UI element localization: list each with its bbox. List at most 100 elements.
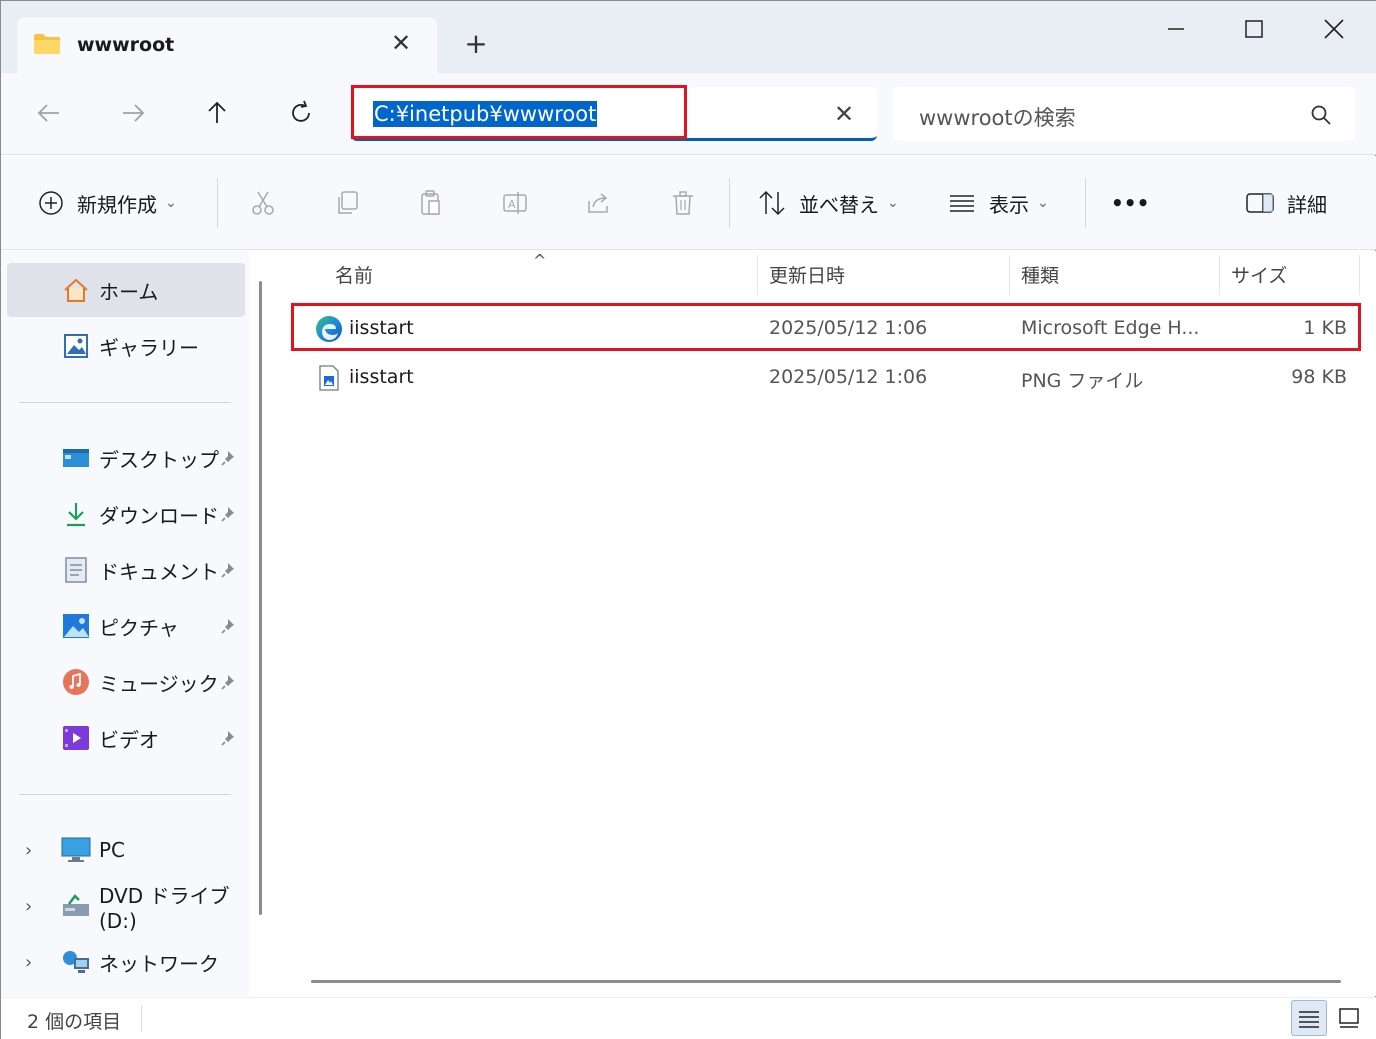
- refresh-icon: [292, 100, 310, 122]
- delete-button[interactable]: [666, 186, 700, 220]
- command-bar: 新規作成 ⌄ A 並べ替え ⌄ 表示 ⌄ ••• 詳細: [1, 156, 1376, 250]
- divider: [217, 178, 218, 228]
- sidebar-item-label: ミュージック: [99, 671, 219, 696]
- new-tab-button[interactable]: +: [459, 29, 493, 63]
- sidebar-item-pictures[interactable]: ピクチャ: [7, 599, 245, 653]
- details-view-icon: [1299, 1011, 1319, 1028]
- sort-icon: [759, 190, 785, 216]
- up-button[interactable]: [197, 93, 237, 133]
- new-button[interactable]: 新規作成 ⌄: [37, 184, 177, 222]
- sidebar-item-documents[interactable]: ドキュメント: [7, 543, 245, 597]
- status-bar: 2 個の項目: [1, 997, 1376, 1039]
- pin-icon[interactable]: [219, 728, 239, 748]
- more-options-button[interactable]: •••: [1111, 184, 1149, 222]
- details-view-button[interactable]: [1291, 1000, 1327, 1036]
- folder-icon: [34, 34, 60, 54]
- forward-button[interactable]: [113, 93, 153, 133]
- dvd-icon: [61, 891, 91, 921]
- column-header-size[interactable]: サイズ: [1231, 251, 1287, 297]
- sidebar-item-music[interactable]: ミュージック: [7, 655, 245, 709]
- sidebar-item-label: PC: [99, 838, 126, 862]
- pin-icon[interactable]: [219, 672, 239, 692]
- file-row-highlight-box: [291, 303, 1361, 351]
- pc-icon: [61, 835, 91, 865]
- view-label: 表示: [989, 192, 1029, 217]
- column-divider[interactable]: [757, 255, 758, 295]
- pin-icon[interactable]: [219, 560, 239, 580]
- desktop-icon: [61, 443, 91, 473]
- search-box[interactable]: wwwrootの検索: [893, 87, 1355, 141]
- chevron-down-icon: ⌄: [165, 195, 177, 211]
- horizontal-scrollbar[interactable]: [311, 980, 1341, 983]
- chevron-right-icon[interactable]: ›: [25, 896, 32, 917]
- sidebar-item-network[interactable]: › ネットワーク: [7, 935, 245, 989]
- column-divider[interactable]: [1359, 255, 1360, 295]
- pin-icon[interactable]: [219, 448, 239, 468]
- sidebar-item-desktop[interactable]: デスクトップ: [7, 431, 245, 485]
- maximize-button[interactable]: [1231, 11, 1277, 47]
- large-icons-view-button[interactable]: [1331, 1000, 1367, 1036]
- pictures-icon: [61, 611, 91, 641]
- share-button[interactable]: [582, 186, 616, 220]
- column-divider[interactable]: [1009, 255, 1010, 295]
- file-name[interactable]: iisstart: [349, 366, 414, 388]
- column-divider[interactable]: [1219, 255, 1220, 295]
- copy-button[interactable]: [330, 186, 364, 220]
- sidebar-scrollbar[interactable]: [259, 281, 262, 915]
- sort-ascending-icon: ^: [533, 251, 547, 270]
- sidebar-item-home[interactable]: ホーム: [7, 263, 245, 317]
- column-header-name[interactable]: 名前: [335, 251, 373, 297]
- sidebar-item-label: DVD ドライブ (D:): [99, 883, 230, 933]
- sidebar-item-pc[interactable]: › PC: [7, 823, 245, 877]
- close-window-button[interactable]: [1311, 11, 1357, 47]
- tab-title: wwwroot: [77, 34, 175, 56]
- sidebar-item-label: ホーム: [99, 279, 159, 304]
- details-label: 詳細: [1287, 192, 1327, 217]
- divider: [1085, 178, 1086, 228]
- search-icon[interactable]: [1309, 103, 1333, 127]
- arrow-right-icon: [123, 104, 145, 122]
- more-icon: •••: [1111, 191, 1150, 215]
- sidebar-item-gallery[interactable]: ギャラリー: [7, 319, 245, 373]
- details-pane-icon: [1246, 193, 1274, 213]
- cut-button[interactable]: [246, 186, 280, 220]
- pin-icon[interactable]: [219, 616, 239, 636]
- tab-wwwroot[interactable]: wwwroot ✕: [17, 17, 437, 74]
- chevron-right-icon[interactable]: ›: [25, 840, 32, 861]
- details-pane-button[interactable]: 詳細: [1245, 184, 1327, 222]
- scissors-icon: [252, 191, 274, 215]
- minimize-button[interactable]: [1153, 11, 1199, 47]
- divider: [141, 1006, 142, 1032]
- pin-icon[interactable]: [219, 504, 239, 524]
- chevron-down-icon: ⌄: [887, 195, 899, 211]
- navigation-pane: ホーム ギャラリー デスクトップ ダウンロード ドキュメント ピクチャ ミュージ…: [1, 251, 249, 996]
- table-row[interactable]: iisstart 2025/05/12 1:06 PNG ファイル 98 KB: [291, 354, 1361, 400]
- sidebar-item-label: ネットワーク: [99, 951, 219, 976]
- sidebar-item-dvd[interactable]: › DVD ドライブ (D:): [7, 879, 245, 933]
- view-button[interactable]: 表示 ⌄: [947, 184, 1049, 222]
- trash-icon: [673, 191, 693, 215]
- refresh-button[interactable]: [281, 93, 321, 133]
- sidebar-item-label: ギャラリー: [99, 335, 199, 360]
- sidebar-item-label: ダウンロード: [99, 503, 219, 528]
- plus-circle-icon: [39, 191, 63, 215]
- sort-button[interactable]: 並べ替え ⌄: [757, 184, 899, 222]
- sidebar-item-downloads[interactable]: ダウンロード: [7, 487, 245, 541]
- copy-icon: [338, 191, 358, 214]
- chevron-right-icon[interactable]: ›: [25, 952, 32, 973]
- column-header-modified[interactable]: 更新日時: [769, 251, 845, 297]
- title-bar: wwwroot ✕ +: [1, 1, 1376, 74]
- rename-button[interactable]: A: [498, 186, 532, 220]
- paste-button[interactable]: [414, 186, 448, 220]
- address-clear-button[interactable]: ✕: [829, 99, 859, 129]
- maximize-icon: [1245, 20, 1263, 38]
- back-button[interactable]: [29, 93, 69, 133]
- column-header-type[interactable]: 種類: [1021, 251, 1059, 297]
- sidebar-item-videos[interactable]: ビデオ: [7, 711, 245, 765]
- search-input[interactable]: wwwrootの検索: [919, 102, 1076, 132]
- address-highlight-box: [351, 85, 687, 139]
- tab-close-button[interactable]: ✕: [387, 29, 415, 57]
- view-list-icon: [950, 195, 974, 212]
- document-icon: [61, 555, 91, 585]
- file-list: ^ 名前 更新日時 種類 サイズ iisstart 2025/05/12 1:0…: [275, 251, 1376, 996]
